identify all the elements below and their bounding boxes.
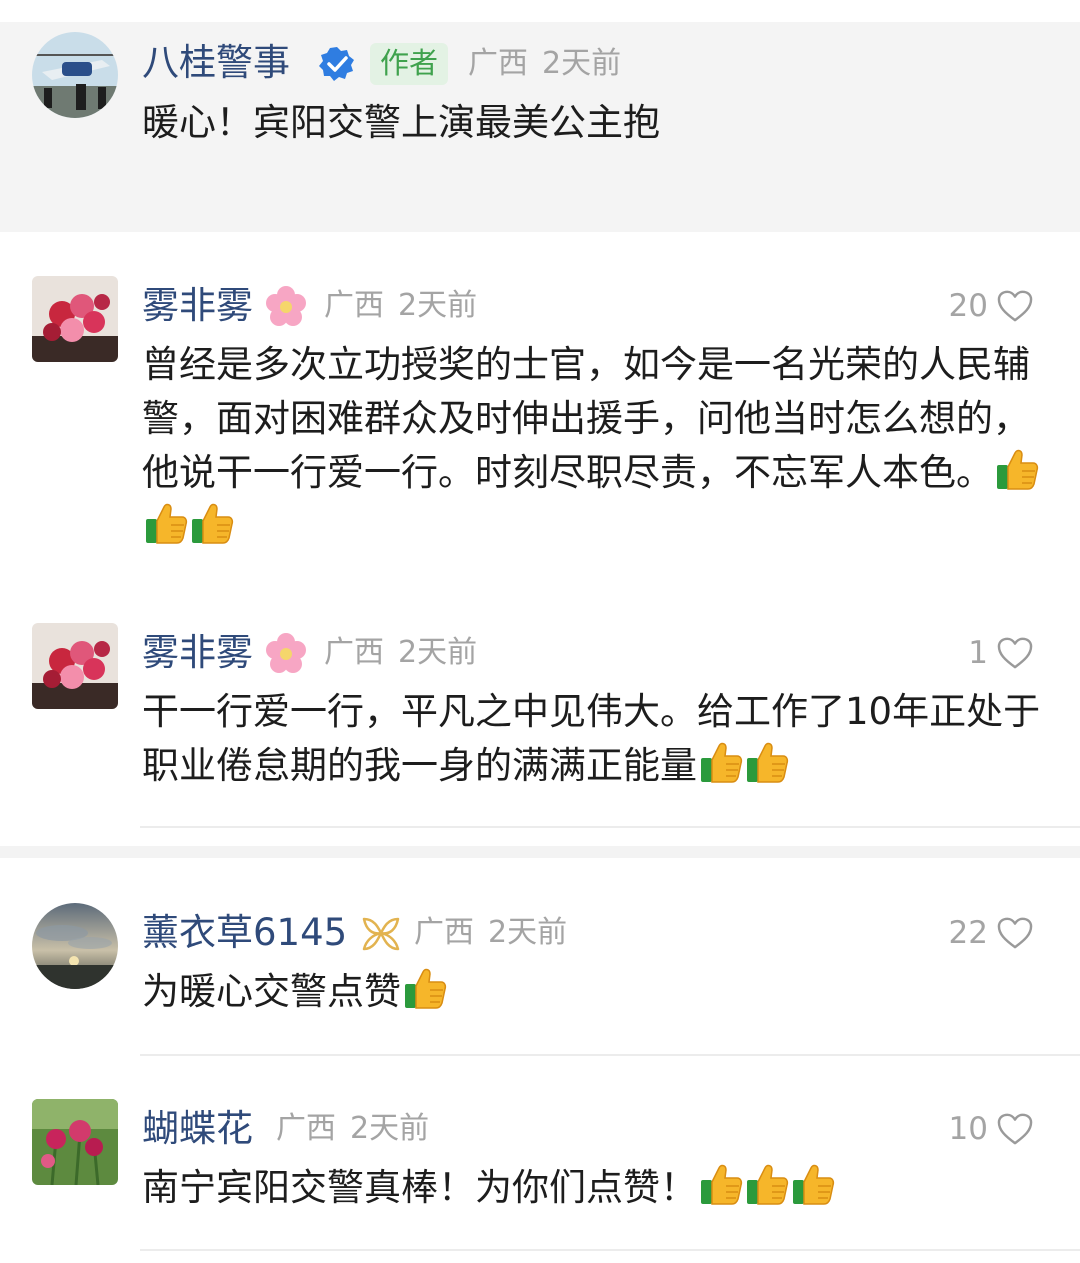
location-label: 广西 — [276, 1111, 336, 1146]
comment-text-body: 南宁宾阳交警真棒！为你们点赞！ — [142, 1166, 697, 1209]
comment-meta: 广西 2天前 — [414, 913, 581, 953]
comment-username[interactable]: 雾非雾 — [142, 284, 253, 328]
thumbs-up-icon — [745, 740, 789, 784]
author-post-meta: 广西 2天前 — [468, 44, 635, 84]
location-label: 广西 — [324, 635, 384, 670]
comment-text-body: 干一行爱一行，平凡之中见伟大。给工作了10年正处于职业倦怠期的我一身的满满正能量 — [142, 690, 1041, 787]
author-avatar[interactable] — [32, 32, 118, 118]
location-label: 广西 — [468, 46, 528, 81]
author-name[interactable]: 八桂警事 — [142, 41, 290, 85]
location-label: 广西 — [414, 915, 474, 950]
comment-username[interactable]: 蝴蝶花 — [142, 1107, 253, 1151]
comment-meta: 广西 2天前 — [324, 286, 491, 326]
comment-avatar[interactable] — [32, 1099, 118, 1185]
comment-text: 曾经是多次立功授奖的士官，如今是一名光荣的人民辅警，面对困难群众及时伸出援手，问… — [142, 338, 1042, 554]
comment-meta: 广西 2天前 — [276, 1109, 443, 1149]
thumbs-up-icon — [745, 1162, 789, 1206]
comment-avatar[interactable] — [32, 276, 118, 362]
like-button[interactable]: 10 — [949, 1107, 1034, 1151]
like-count: 1 — [968, 635, 988, 671]
comment-text: 干一行爱一行，平凡之中见伟大。给工作了10年正处于职业倦怠期的我一身的满满正能量 — [142, 685, 1042, 793]
comment-username[interactable]: 薰衣草6145 — [142, 911, 347, 955]
heart-icon — [996, 289, 1034, 323]
thumbs-up-icon — [699, 740, 743, 784]
pink-flower-icon — [264, 285, 308, 329]
heart-icon — [996, 636, 1034, 670]
gold-ribbon-icon — [360, 913, 402, 953]
heart-icon — [996, 916, 1034, 950]
time-label: 2天前 — [542, 46, 622, 81]
like-count: 20 — [948, 288, 988, 324]
thumbs-up-icon — [144, 501, 188, 545]
verified-badge-icon — [318, 45, 356, 83]
like-count: 10 — [948, 1111, 988, 1147]
comment-avatar[interactable] — [32, 623, 118, 709]
time-label: 2天前 — [350, 1111, 430, 1146]
heart-icon — [996, 1112, 1034, 1146]
comment-avatar[interactable] — [32, 903, 118, 989]
author-tag-badge: 作者 — [370, 43, 449, 85]
like-button[interactable]: 20 — [949, 284, 1034, 328]
thumbs-up-icon — [995, 447, 1039, 491]
comment-meta: 广西 2天前 — [324, 633, 491, 673]
top-strip — [0, 0, 1080, 22]
comment-text: 南宁宾阳交警真棒！为你们点赞！ — [142, 1161, 1042, 1215]
pink-flower-icon — [264, 632, 308, 676]
comment-username[interactable]: 雾非雾 — [142, 631, 253, 675]
author-post-text: 暖心！宾阳交警上演最美公主抱 — [142, 101, 660, 144]
divider — [140, 1249, 1080, 1251]
comment-text-body: 曾经是多次立功授奖的士官，如今是一名光荣的人民辅警，面对困难群众及时伸出援手，问… — [142, 343, 1030, 494]
like-button[interactable]: 22 — [949, 911, 1034, 955]
thumbs-up-icon — [791, 1162, 835, 1206]
thumbs-up-icon — [699, 1162, 743, 1206]
time-label: 2天前 — [398, 635, 478, 670]
like-button[interactable]: 1 — [968, 631, 1034, 675]
time-label: 2天前 — [398, 288, 478, 323]
comment-text: 为暖心交警点赞 — [142, 965, 1042, 1019]
location-label: 广西 — [324, 288, 384, 323]
thumbs-up-icon — [190, 501, 234, 545]
section-gap — [0, 846, 1080, 858]
divider — [140, 826, 1080, 828]
time-label: 2天前 — [488, 915, 568, 950]
thumbs-up-icon — [403, 966, 447, 1010]
like-count: 22 — [948, 915, 988, 951]
comment-text-body: 为暖心交警点赞 — [142, 970, 401, 1013]
divider — [140, 1054, 1080, 1056]
